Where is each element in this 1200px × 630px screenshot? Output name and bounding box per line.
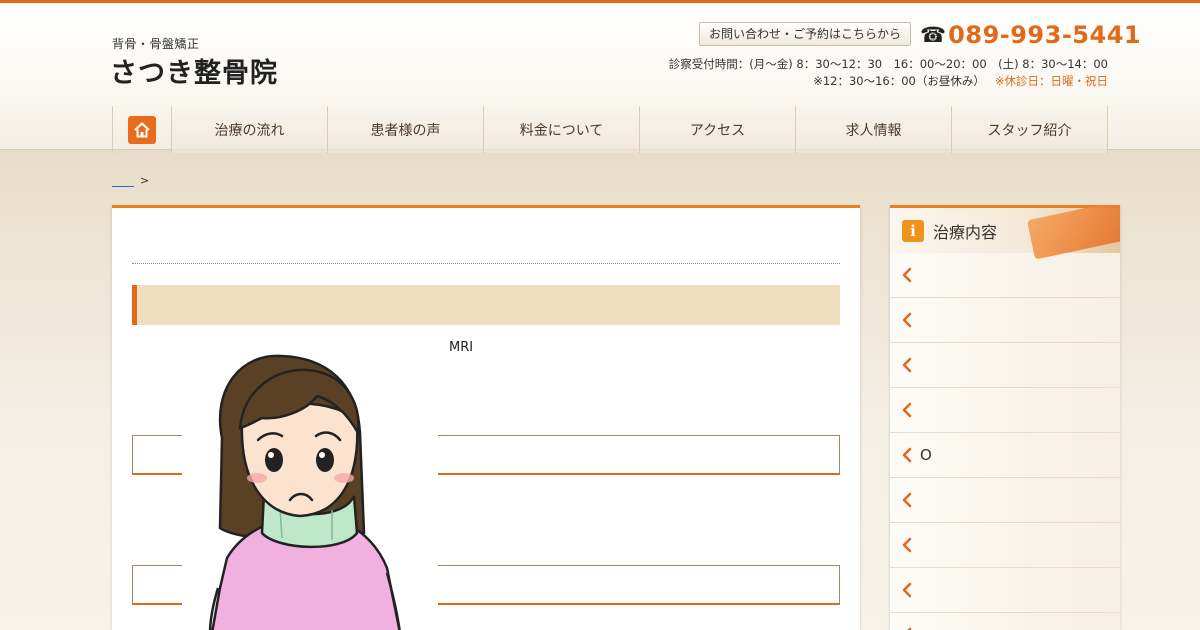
sidebar-item[interactable]	[890, 388, 1120, 433]
sidebar-item[interactable]: O	[890, 433, 1120, 478]
nav-treatment-flow[interactable]: 治療の流れ	[172, 106, 328, 153]
chevron-left-icon	[902, 447, 920, 463]
sidebar-header: i 治療内容	[890, 205, 1120, 260]
sidebar-item[interactable]	[890, 253, 1120, 298]
contact-reservation-button[interactable]: お問い合わせ・ご予約はこちらから	[699, 22, 912, 46]
phone-number-block[interactable]: ☎ 089-993-5441	[920, 20, 1141, 50]
sidebar-item[interactable]	[890, 298, 1120, 343]
mri-text: MRI	[449, 340, 474, 355]
sidebar-item[interactable]	[890, 613, 1120, 630]
phone-number: 089-993-5441	[948, 21, 1142, 49]
site-header: 背骨・骨盤矯正 さつき整骨院 お問い合わせ・ご予約はこちらから ☎ 089-99…	[0, 3, 1200, 153]
sidebar-item-label: O	[920, 446, 932, 464]
sidebar-item[interactable]	[890, 478, 1120, 523]
chevron-left-icon	[902, 492, 920, 508]
chevron-left-icon	[902, 402, 920, 418]
info-icon: i	[902, 219, 924, 242]
clinic-card-image	[1026, 205, 1120, 260]
home-icon	[128, 115, 156, 144]
logo-clinic-name[interactable]: さつき整骨院	[110, 51, 278, 90]
title-divider	[132, 263, 840, 264]
chevron-left-icon	[902, 312, 920, 328]
chevron-left-icon	[902, 267, 920, 283]
chevron-left-icon	[902, 582, 920, 598]
lunch-break-text: ※12：30〜16：00（お昼休み）	[813, 74, 985, 88]
sidebar-item[interactable]	[890, 523, 1120, 568]
section-heading-band	[132, 285, 840, 325]
chevron-left-icon	[902, 357, 920, 373]
reception-hours: 診察受付時間：(月〜金) 8：30〜12：30 16：00〜20：00 (土) …	[668, 57, 1108, 71]
breadcrumb-home-link[interactable]	[112, 175, 134, 187]
breadcrumb: >	[112, 174, 149, 190]
neck-brace-woman-illustration	[182, 328, 438, 630]
chevron-left-icon	[902, 537, 920, 553]
nav-staff[interactable]: スタッフ紹介	[952, 106, 1108, 153]
sidebar-treatment-menu: i 治療内容 O	[890, 205, 1120, 630]
nav-home-button[interactable]	[112, 106, 172, 153]
main-content-panel: MRI	[112, 205, 860, 630]
global-nav: 治療の流れ 患者様の声 料金について アクセス 求人情報 スタッフ紹介	[112, 106, 1108, 153]
sidebar-item[interactable]	[890, 568, 1120, 613]
logo-tagline: 背骨・骨盤矯正	[112, 37, 200, 51]
sidebar-item[interactable]	[890, 343, 1120, 388]
breadcrumb-separator: >	[140, 174, 150, 187]
nav-patient-voices[interactable]: 患者様の声	[328, 106, 484, 153]
nav-pricing[interactable]: 料金について	[484, 106, 640, 153]
nav-access[interactable]: アクセス	[640, 106, 796, 153]
nav-recruitment[interactable]: 求人情報	[796, 106, 952, 153]
lunch-break-line: ※12：30〜16：00（お昼休み） ※休診日：日曜・祝日	[813, 73, 1108, 89]
sidebar-title: 治療内容	[933, 222, 998, 242]
phone-icon: ☎	[920, 23, 947, 47]
holiday-text: ※休診日：日曜・祝日	[994, 74, 1108, 88]
